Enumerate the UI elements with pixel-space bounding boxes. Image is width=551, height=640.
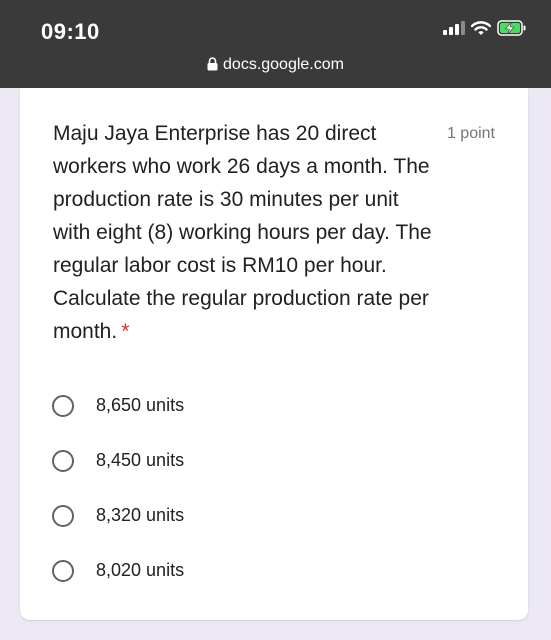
url-bar[interactable]: docs.google.com <box>0 56 551 76</box>
radio-unchecked-icon[interactable] <box>52 394 74 417</box>
option-1[interactable]: 8,650 units <box>52 378 452 433</box>
option-3[interactable]: 8,320 units <box>52 488 452 543</box>
question-body: Maju Jaya Enterprise has 20 direct worke… <box>53 122 432 343</box>
option-label: 8,650 units <box>96 395 185 415</box>
option-label: 8,020 units <box>96 560 185 580</box>
answer-options: 8,650 units 8,450 units 8,320 units 8,02… <box>52 378 452 598</box>
option-2[interactable]: 8,450 units <box>52 433 452 488</box>
question-text: Maju Jaya Enterprise has 20 direct worke… <box>53 117 438 348</box>
status-bar: 09:10 docs.google.com <box>0 0 551 88</box>
wifi-icon <box>471 20 491 36</box>
battery-charging-icon <box>497 20 527 36</box>
lock-icon <box>207 57 218 76</box>
status-icons <box>443 20 527 36</box>
required-asterisk: * <box>121 320 130 343</box>
radio-unchecked-icon[interactable] <box>52 559 74 582</box>
clock: 09:10 <box>41 19 100 44</box>
url-text: docs.google.com <box>223 56 344 73</box>
points-label: 1 point <box>446 125 495 142</box>
option-label: 8,320 units <box>96 505 185 525</box>
option-4[interactable]: 8,020 units <box>52 543 452 598</box>
question-card: Maju Jaya Enterprise has 20 direct worke… <box>20 88 528 620</box>
radio-unchecked-icon[interactable] <box>52 449 74 472</box>
option-label: 8,450 units <box>96 450 185 470</box>
signal-icon <box>443 21 465 35</box>
radio-unchecked-icon[interactable] <box>52 504 74 527</box>
